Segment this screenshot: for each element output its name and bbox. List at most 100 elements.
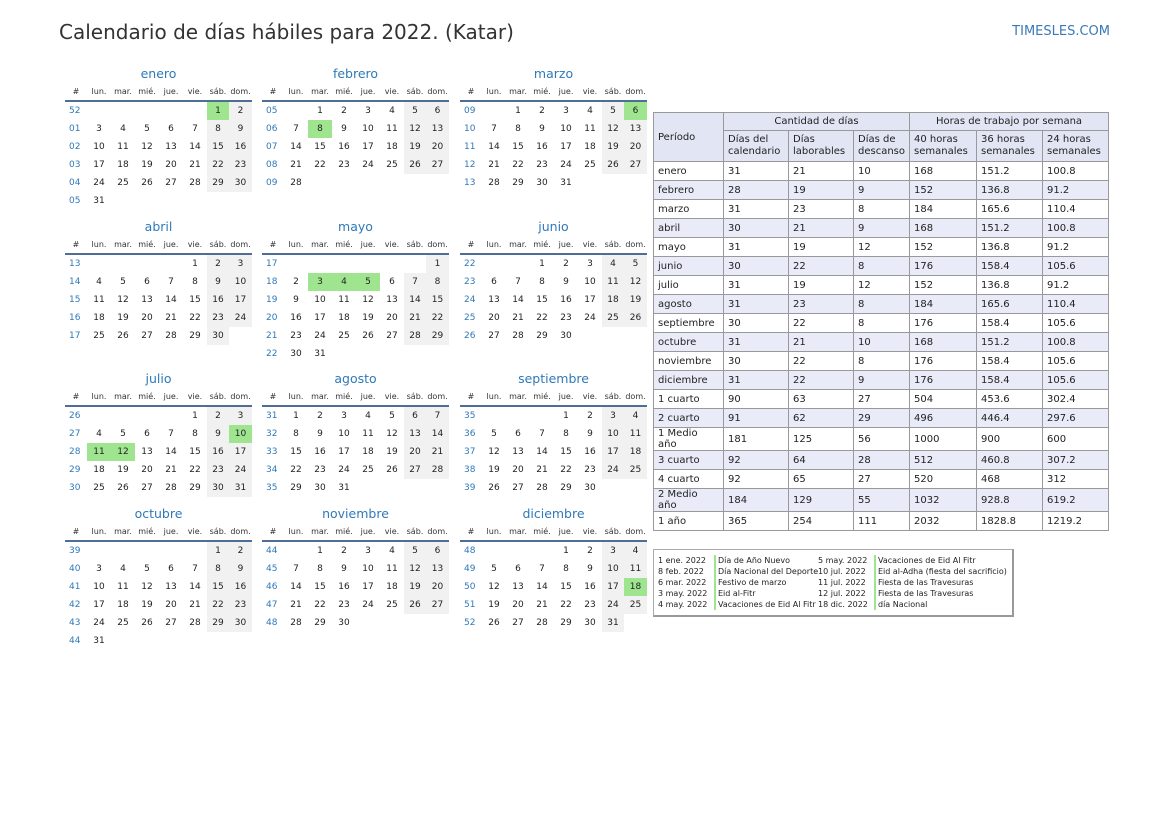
day-cell[interactable]: 10: [308, 291, 332, 309]
day-cell[interactable]: 27: [426, 596, 449, 614]
day-cell[interactable]: 26: [356, 327, 380, 345]
day-cell[interactable]: 15: [554, 443, 578, 461]
day-cell[interactable]: 21: [159, 461, 183, 479]
day-cell[interactable]: 15: [426, 291, 449, 309]
day-cell[interactable]: 3: [602, 406, 624, 425]
day-cell[interactable]: 25: [87, 479, 111, 497]
day-cell[interactable]: 8: [426, 273, 449, 291]
day-cell[interactable]: 1: [183, 254, 207, 273]
day-cell[interactable]: 15: [207, 578, 229, 596]
day-cell[interactable]: 7: [159, 273, 183, 291]
day-cell[interactable]: 27: [404, 461, 426, 479]
day-cell[interactable]: 5: [482, 560, 506, 578]
day-cell[interactable]: 23: [284, 327, 308, 345]
day-cell[interactable]: 25: [111, 614, 135, 632]
day-cell[interactable]: 3: [578, 254, 602, 273]
day-cell[interactable]: 25: [111, 174, 135, 192]
day-cell[interactable]: 22: [308, 156, 332, 174]
day-cell[interactable]: 15: [506, 138, 530, 156]
day-cell[interactable]: 25: [624, 596, 647, 614]
day-cell[interactable]: 2: [578, 406, 602, 425]
day-cell[interactable]: 4: [356, 406, 380, 425]
day-cell[interactable]: 19: [602, 138, 624, 156]
day-cell[interactable]: 23: [578, 461, 602, 479]
day-cell[interactable]: 24: [602, 596, 624, 614]
day-cell[interactable]: 2: [229, 541, 252, 560]
day-cell[interactable]: 14: [183, 578, 207, 596]
day-cell[interactable]: 30: [530, 174, 554, 192]
day-cell[interactable]: 31: [229, 479, 252, 497]
day-cell[interactable]: 4: [578, 101, 602, 120]
day-cell[interactable]: 26: [135, 174, 159, 192]
day-cell[interactable]: 2: [332, 101, 356, 120]
day-cell[interactable]: 21: [530, 596, 554, 614]
day-cell[interactable]: 14: [159, 291, 183, 309]
day-cell[interactable]: 10: [229, 273, 252, 291]
day-cell[interactable]: 1: [183, 406, 207, 425]
day-cell[interactable]: 4: [624, 541, 647, 560]
day-cell[interactable]: 7: [506, 273, 530, 291]
day-cell[interactable]: 11: [356, 425, 380, 443]
day-cell[interactable]: 11: [624, 560, 647, 578]
day-cell[interactable]: 15: [207, 138, 229, 156]
day-cell[interactable]: 3: [87, 120, 111, 138]
day-cell[interactable]: 27: [506, 479, 530, 497]
day-cell[interactable]: 22: [207, 596, 229, 614]
day-cell[interactable]: 13: [506, 578, 530, 596]
day-cell[interactable]: 8: [207, 120, 229, 138]
day-cell[interactable]: 16: [530, 138, 554, 156]
day-cell[interactable]: 7: [404, 273, 426, 291]
day-cell[interactable]: 16: [207, 443, 229, 461]
day-cell[interactable]: 26: [624, 309, 647, 327]
day-cell[interactable]: 14: [426, 425, 449, 443]
day-cell[interactable]: 30: [207, 479, 229, 497]
day-cell[interactable]: 6: [624, 101, 647, 120]
day-cell[interactable]: 28: [530, 479, 554, 497]
day-cell[interactable]: 12: [380, 425, 404, 443]
day-cell[interactable]: 2: [229, 101, 252, 120]
day-cell[interactable]: 13: [159, 578, 183, 596]
day-cell[interactable]: 9: [530, 120, 554, 138]
day-cell[interactable]: 2: [308, 406, 332, 425]
day-cell[interactable]: 16: [229, 578, 252, 596]
day-cell[interactable]: 14: [284, 138, 308, 156]
day-cell[interactable]: 9: [207, 425, 229, 443]
day-cell[interactable]: 16: [284, 309, 308, 327]
day-cell[interactable]: 1: [207, 101, 229, 120]
day-cell[interactable]: 27: [506, 614, 530, 632]
day-cell[interactable]: 16: [554, 291, 578, 309]
day-cell[interactable]: 9: [207, 273, 229, 291]
day-cell[interactable]: 16: [332, 138, 356, 156]
day-cell[interactable]: 16: [578, 443, 602, 461]
day-cell[interactable]: 19: [404, 138, 426, 156]
day-cell[interactable]: 24: [356, 596, 380, 614]
day-cell[interactable]: 28: [284, 614, 308, 632]
day-cell[interactable]: 7: [183, 560, 207, 578]
day-cell[interactable]: 4: [602, 254, 624, 273]
day-cell[interactable]: 28: [284, 174, 308, 192]
day-cell[interactable]: 12: [602, 120, 624, 138]
day-cell[interactable]: 10: [578, 273, 602, 291]
day-cell[interactable]: 5: [624, 254, 647, 273]
day-cell[interactable]: 6: [426, 541, 449, 560]
day-cell[interactable]: 18: [380, 578, 404, 596]
day-cell[interactable]: 24: [578, 309, 602, 327]
day-cell[interactable]: 25: [332, 327, 356, 345]
day-cell[interactable]: 6: [426, 101, 449, 120]
day-cell[interactable]: 8: [183, 425, 207, 443]
day-cell[interactable]: 21: [183, 156, 207, 174]
day-cell[interactable]: 21: [159, 309, 183, 327]
day-cell[interactable]: 28: [426, 461, 449, 479]
day-cell[interactable]: 28: [183, 614, 207, 632]
day-cell[interactable]: 17: [332, 443, 356, 461]
day-cell[interactable]: 29: [183, 479, 207, 497]
day-cell[interactable]: 27: [380, 327, 404, 345]
day-cell[interactable]: 11: [111, 138, 135, 156]
day-cell[interactable]: 15: [530, 291, 554, 309]
day-cell[interactable]: 17: [578, 291, 602, 309]
day-cell[interactable]: 17: [229, 291, 252, 309]
day-cell[interactable]: 30: [578, 614, 602, 632]
day-cell[interactable]: 7: [426, 406, 449, 425]
day-cell[interactable]: 1: [308, 101, 332, 120]
day-cell[interactable]: 4: [111, 120, 135, 138]
